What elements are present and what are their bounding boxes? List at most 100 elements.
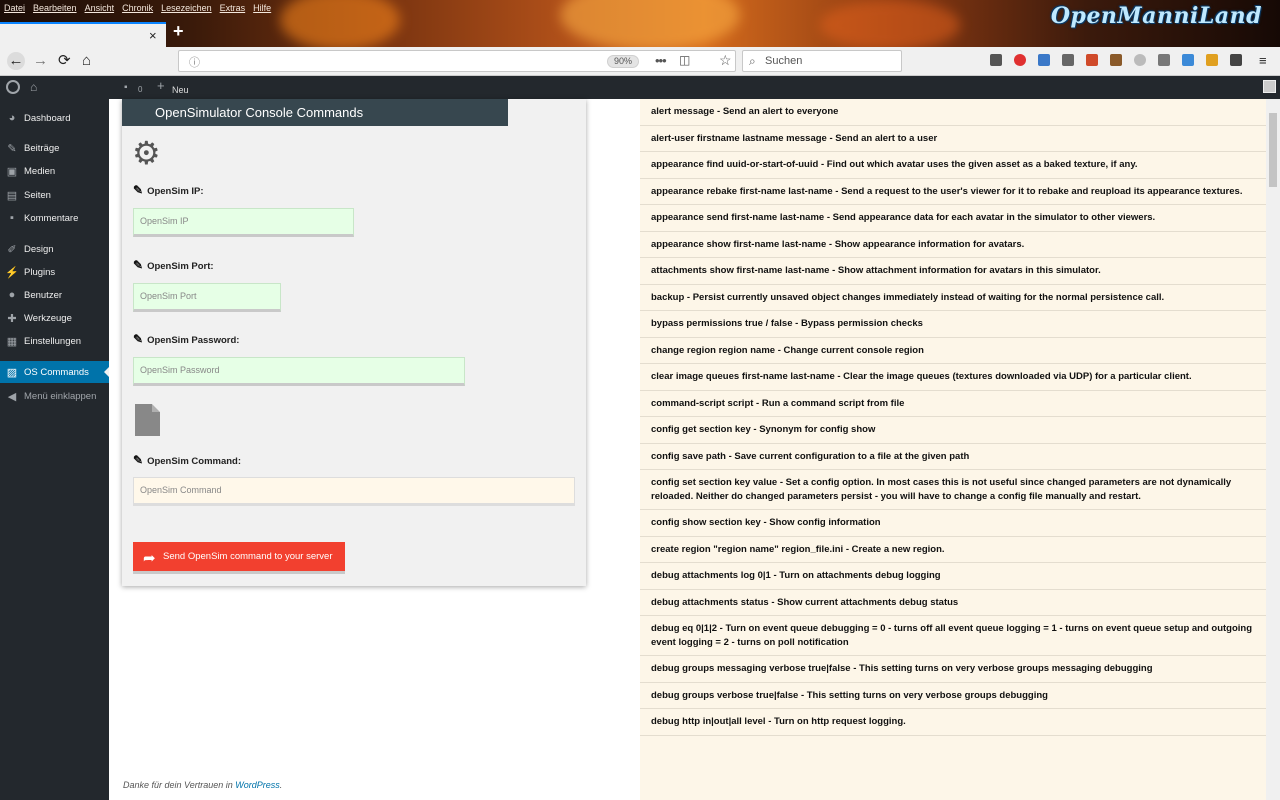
comments-count[interactable]: 0: [138, 83, 142, 97]
footer-text: Danke für dein Vertrauen in: [123, 780, 236, 790]
menu-bearbeiten[interactable]: Bearbeiten: [29, 0, 81, 16]
tab-close-icon[interactable]: ×: [149, 28, 157, 43]
library-icon[interactable]: [990, 54, 1002, 66]
home-icon[interactable]: ⌂: [82, 52, 91, 70]
gears-icon: ⚙: [132, 135, 161, 171]
extension-icon[interactable]: [1230, 54, 1242, 66]
list-item: backup - Persist currently unsaved objec…: [640, 285, 1266, 311]
zoom-level[interactable]: 90%: [607, 55, 640, 68]
menu-hilfe[interactable]: Hilfe: [249, 0, 275, 16]
wrench-icon: ✚: [7, 312, 17, 325]
menu-extras[interactable]: Extras: [216, 0, 250, 16]
extension-icon[interactable]: [1110, 54, 1122, 66]
send-command-button[interactable]: ➦ Send OpenSim command to your server: [133, 542, 345, 574]
site-info-icon[interactable]: ⓘ: [189, 54, 200, 70]
collapse-menu-button[interactable]: ◀ Menü einklappen: [0, 385, 109, 407]
sidebar-item-medien[interactable]: ▣ Medien: [0, 160, 109, 182]
menu-chronik[interactable]: Chronik: [118, 0, 157, 16]
page-actions-icon[interactable]: •••: [655, 53, 667, 68]
browser-title-area: Datei Bearbeiten Ansicht Chronik Lesezei…: [0, 0, 1280, 47]
pocket-icon[interactable]: ◫: [679, 53, 690, 67]
dashboard-icon: ◕: [8, 112, 16, 124]
command-form-card: OpenSimulator Console Commands ⚙ ✎ OpenSi…: [122, 99, 586, 586]
sidebar-item-label: Einstellungen: [24, 335, 82, 347]
theme-decoration: [280, 0, 400, 47]
list-item: attachments show first-name last-name - …: [640, 258, 1266, 285]
sidebar-item-seiten[interactable]: ▤ Seiten: [0, 184, 109, 206]
sidebar-item-benutzer[interactable]: ● Benutzer: [0, 284, 109, 306]
forward-icon[interactable]: →: [33, 52, 48, 70]
menu-lesezeichen[interactable]: Lesezeichen: [157, 0, 216, 16]
sidebar-item-werkzeuge[interactable]: ✚ Werkzeuge: [0, 307, 109, 329]
opensim-command-input[interactable]: OpenSim Command: [133, 477, 575, 506]
page-scrollbar[interactable]: [1266, 99, 1280, 800]
comments-icon[interactable]: ▪: [124, 81, 128, 95]
sidebar-item-os-commands[interactable]: ▨ OS Commands: [0, 361, 109, 383]
theme-decoration: [560, 0, 740, 47]
settings-icon: ▦: [6, 335, 18, 348]
wordpress-link[interactable]: WordPress: [235, 780, 280, 790]
sidebar-item-kommentare[interactable]: ▪ Kommentare: [0, 207, 109, 229]
sidebar-item-beitraege[interactable]: ✎ Beiträge: [0, 137, 109, 159]
pencil-icon: ✎: [133, 332, 144, 346]
sidebar-item-design[interactable]: ✐ Design: [0, 238, 109, 260]
opensim-password-input[interactable]: OpenSim Password: [133, 357, 465, 386]
site-home-icon[interactable]: ⌂: [30, 80, 37, 94]
ip-label: ✎ OpenSim IP:: [133, 183, 204, 197]
back-icon[interactable]: ←: [7, 52, 25, 70]
menu-bar: Datei Bearbeiten Ansicht Chronik Lesezei…: [0, 0, 275, 16]
new-content-button[interactable]: Neu: [172, 83, 189, 97]
command-placeholder: OpenSim Command: [140, 485, 222, 495]
list-item: debug http in|out|all level - Turn on ht…: [640, 709, 1266, 736]
search-placeholder: Suchen: [765, 55, 803, 67]
scrollbar-thumb[interactable]: [1269, 113, 1277, 187]
url-bar[interactable]: ⓘ 90% ••• ◫ ☆: [178, 50, 736, 72]
avatar[interactable]: [1263, 80, 1276, 93]
list-item: bypass permissions true / false - Bypass…: [640, 311, 1266, 338]
port-label: ✎ OpenSim Port:: [133, 258, 214, 272]
list-item: alert message - Send an alert to everyon…: [640, 99, 1266, 126]
extension-icon[interactable]: [1134, 54, 1146, 66]
hamburger-menu-icon[interactable]: ≡: [1259, 52, 1267, 70]
sidebar-item-label: Beiträge: [24, 142, 60, 154]
menu-ansicht[interactable]: Ansicht: [81, 0, 119, 16]
password-label-text: OpenSim Password:: [147, 335, 240, 346]
sidebar-item-dashboard[interactable]: ◕ Dashboard: [0, 107, 109, 129]
plus-icon[interactable]: +: [157, 79, 165, 93]
collapse-icon: ◀: [7, 390, 17, 403]
reader-icon[interactable]: [1062, 54, 1074, 66]
extension-icon[interactable]: [1158, 54, 1170, 66]
comments-icon: ▪: [10, 212, 14, 224]
admin-sidebar: ◕ Dashboard ✎ Beiträge ▣ Medien ▤ Seiten…: [0, 99, 109, 800]
wordpress-logo-icon[interactable]: [6, 80, 20, 94]
sidebar-item-label: Benutzer: [24, 289, 63, 301]
list-item: appearance find uuid-or-start-of-uuid - …: [640, 152, 1266, 179]
list-item: debug groups verbose true|false - This s…: [640, 683, 1266, 709]
list-item: appearance send first-name last-name - S…: [640, 205, 1266, 232]
ip-label-text: OpenSim IP:: [147, 186, 204, 197]
sidebar-item-einstellungen[interactable]: ▦ Einstellungen: [0, 330, 109, 352]
bookmark-star-icon[interactable]: ☆: [719, 52, 732, 69]
extension-icon[interactable]: [1182, 54, 1194, 66]
extension-icon[interactable]: [1038, 54, 1050, 66]
search-icon: ⌕: [749, 54, 756, 68]
opensim-port-input[interactable]: OpenSim Port: [133, 283, 281, 312]
sidebar-item-plugins[interactable]: ⚡ Plugins: [0, 261, 109, 283]
reload-icon[interactable]: ⟳: [58, 52, 71, 70]
adblock-icon[interactable]: [1014, 54, 1026, 66]
extension-icon[interactable]: [1086, 54, 1098, 66]
port-label-text: OpenSim Port:: [147, 261, 214, 272]
list-item: config set section key value - Set a con…: [640, 470, 1266, 510]
opensim-ip-input[interactable]: OpenSim IP: [133, 208, 354, 237]
new-tab-button[interactable]: +: [173, 21, 184, 42]
extension-icon[interactable]: [1206, 54, 1218, 66]
search-input[interactable]: ⌕ Suchen: [742, 50, 902, 72]
list-item: appearance show first-name last-name - S…: [640, 232, 1266, 258]
list-item: alert-user firstname lastname message - …: [640, 126, 1266, 152]
list-item: command-script script - Run a command sc…: [640, 391, 1266, 417]
menu-datei[interactable]: Datei: [0, 0, 29, 16]
sidebar-item-label: Werkzeuge: [24, 312, 72, 324]
tab-active[interactable]: ×: [0, 22, 166, 47]
sidebar-item-label: Kommentare: [24, 212, 79, 224]
list-item: debug attachments log 0|1 - Turn on atta…: [640, 563, 1266, 590]
